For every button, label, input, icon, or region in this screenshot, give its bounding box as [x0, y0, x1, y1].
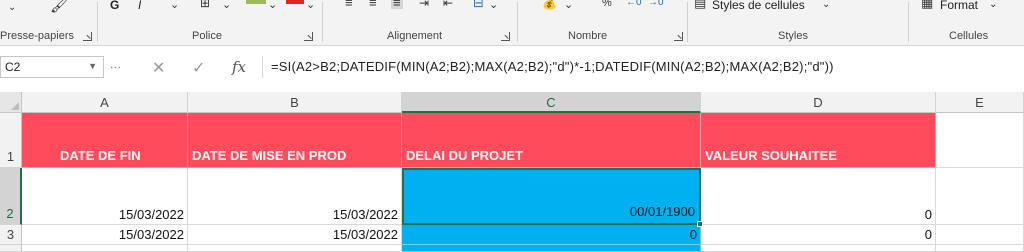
increase-decimal-icon[interactable]: ←0 — [626, 0, 642, 9]
insert-function-button[interactable]: fx — [232, 58, 246, 76]
font-launcher-icon[interactable] — [304, 32, 313, 41]
select-all-button[interactable] — [0, 92, 22, 113]
align-right-icon[interactable]: ≡ — [391, 0, 403, 9]
column-header-e[interactable]: E — [936, 92, 1024, 113]
decrease-decimal-icon[interactable]: →0 — [648, 0, 664, 9]
font-color-icon[interactable] — [286, 0, 304, 4]
chevron-down-icon[interactable]: ▼ — [88, 61, 97, 71]
cell-c3[interactable]: 0 — [402, 225, 701, 245]
chevron-down-icon[interactable]: ⌄ — [989, 0, 997, 11]
cell-e4[interactable] — [936, 245, 1024, 252]
alignment-group: ≡ ≡ ≡ ⇥ ⇤ ⊟ ⌄ Alignement — [323, 0, 510, 46]
align-left-icon[interactable]: ≡ — [345, 0, 353, 9]
row-header-4[interactable] — [0, 245, 22, 252]
font-group-label: Police — [192, 30, 222, 42]
format-button[interactable]: Format — [940, 0, 978, 12]
clipboard-group: ⌄ 🖌 Presse-papiers — [0, 0, 97, 46]
formula-input[interactable]: =SI(A2>B2;DATEDIF(MIN(A2;B2);MAX(A2;B2);… — [262, 56, 1024, 78]
cell-a2-text: 15/03/2022 — [118, 207, 184, 222]
cell-a2[interactable]: 15/03/2022 — [22, 168, 188, 225]
cell-d4[interactable] — [701, 245, 936, 252]
chevron-down-icon[interactable]: ⌄ — [268, 0, 277, 11]
column-header-d[interactable]: D — [701, 92, 936, 113]
indent-icon[interactable]: ⇥ — [419, 0, 429, 9]
cell-b3[interactable]: 15/03/2022 — [188, 225, 402, 245]
cell-d3[interactable]: 0 — [701, 225, 936, 245]
number-group-label: Nombre — [568, 30, 608, 42]
row-header-2[interactable]: 2 — [0, 168, 22, 225]
cell-c3-text: 0 — [689, 227, 697, 242]
cell-c1-text: DELAI DU PROJET — [406, 148, 524, 163]
font-group: G I ⌄ ⊞ ⌄ ⌄ ⌄ Police — [98, 0, 316, 46]
cell-e2[interactable] — [936, 168, 1024, 225]
cell-a3[interactable]: 15/03/2022 — [22, 225, 188, 245]
cell-d1[interactable]: VALEUR SOUHAITEE — [701, 113, 936, 168]
enter-formula-button[interactable]: ✓ — [192, 58, 205, 78]
column-header-b[interactable]: B — [188, 92, 402, 113]
cell-d2-text: 0 — [924, 207, 932, 222]
row-header-1[interactable]: 1 — [0, 113, 22, 168]
cancel-formula-button[interactable]: ✕ — [152, 58, 165, 78]
outdent-icon[interactable]: ⇤ — [443, 0, 453, 9]
cell-a1[interactable]: DATE DE FIN — [22, 113, 188, 168]
italic-button[interactable]: I — [138, 0, 141, 12]
cell-b1-text: DATE DE MISE EN PROD — [192, 148, 347, 163]
merge-center-icon[interactable]: ⊟ — [473, 0, 484, 9]
borders-icon[interactable]: ⊞ — [200, 0, 210, 9]
styles-group: ▤ Styles de cellules ⌄ Styles — [688, 0, 908, 46]
name-box[interactable]: C2 ▼ — [0, 56, 104, 78]
chevron-down-icon[interactable]: ⌄ — [170, 0, 179, 11]
cell-c4[interactable] — [402, 245, 701, 252]
chevron-down-icon[interactable]: ⌄ — [8, 2, 16, 14]
cell-b2[interactable]: 15/03/2022 — [188, 168, 402, 225]
cell-styles-icon[interactable]: ▤ — [694, 0, 706, 9]
row-header-3[interactable]: 3 — [0, 225, 22, 245]
resize-handle-icon[interactable]: ⋮ — [109, 62, 121, 74]
cell-a4[interactable] — [22, 245, 188, 252]
cell-c1[interactable]: DELAI DU PROJET — [402, 113, 701, 168]
formula-bar: C2 ▼ ⋮ ✕ ✓ fx =SI(A2>B2;DATEDIF(MIN(A2;B… — [0, 46, 1024, 92]
percent-icon[interactable]: % — [602, 0, 612, 9]
number-group: 💰 ⌄ % ←0 →0 Nombre — [518, 0, 686, 46]
currency-icon[interactable]: 💰 — [542, 0, 557, 9]
cell-c2-selected[interactable]: 00/01/1900 — [402, 168, 701, 225]
column-header-c[interactable]: C — [402, 92, 701, 113]
chevron-down-icon[interactable]: ⌄ — [822, 0, 830, 11]
cell-a1-text: DATE DE FIN — [60, 148, 141, 163]
cell-d3-text: 0 — [924, 227, 932, 242]
cell-e1[interactable] — [936, 113, 1024, 168]
cells-group: ▦ Format ⌄ Cellules — [909, 0, 1024, 46]
cell-d2[interactable]: 0 — [701, 168, 936, 225]
cell-a3-text: 15/03/2022 — [118, 227, 184, 242]
cell-b4[interactable] — [188, 245, 402, 252]
chevron-down-icon[interactable]: ⌄ — [222, 0, 231, 11]
name-box-value: C2 — [5, 60, 21, 74]
styles-group-label: Styles — [778, 30, 808, 42]
align-center-icon[interactable]: ≡ — [369, 0, 377, 9]
cell-d1-text: VALEUR SOUHAITEE — [705, 148, 837, 163]
alignment-group-label: Alignement — [387, 30, 443, 42]
worksheet-grid: A B C D E 1 2 3 DATE DE FIN DATE DE MISE… — [0, 92, 1024, 252]
number-launcher-icon[interactable] — [674, 32, 683, 41]
column-header-a[interactable]: A — [22, 92, 188, 113]
chevron-down-icon[interactable]: ⌄ — [306, 0, 315, 11]
cell-b3-text: 15/03/2022 — [332, 227, 398, 242]
chevron-down-icon[interactable]: ⌄ — [564, 0, 573, 11]
cell-b1[interactable]: DATE DE MISE EN PROD — [188, 113, 402, 168]
cells-group-label: Cellules — [949, 30, 989, 42]
cell-styles-button[interactable]: Styles de cellules — [712, 0, 805, 12]
chevron-down-icon[interactable]: ⌄ — [489, 0, 498, 11]
bold-button[interactable]: G — [110, 0, 119, 12]
fill-color-icon[interactable] — [246, 0, 266, 4]
ribbon: ⌄ 🖌 Presse-papiers G I ⌄ ⊞ ⌄ ⌄ ⌄ Police … — [0, 0, 1024, 46]
cell-e3[interactable] — [936, 225, 1024, 245]
clipboard-launcher-icon[interactable] — [83, 32, 92, 41]
clipboard-group-label: Presse-papiers — [0, 30, 74, 42]
format-painter-icon[interactable]: 🖌 — [50, 0, 69, 13]
format-icon[interactable]: ▦ — [921, 0, 933, 9]
cell-b2-text: 15/03/2022 — [332, 207, 398, 222]
alignment-launcher-icon[interactable] — [501, 32, 510, 41]
cell-c2-text: 00/01/1900 — [629, 204, 695, 219]
fill-handle[interactable] — [697, 221, 703, 227]
